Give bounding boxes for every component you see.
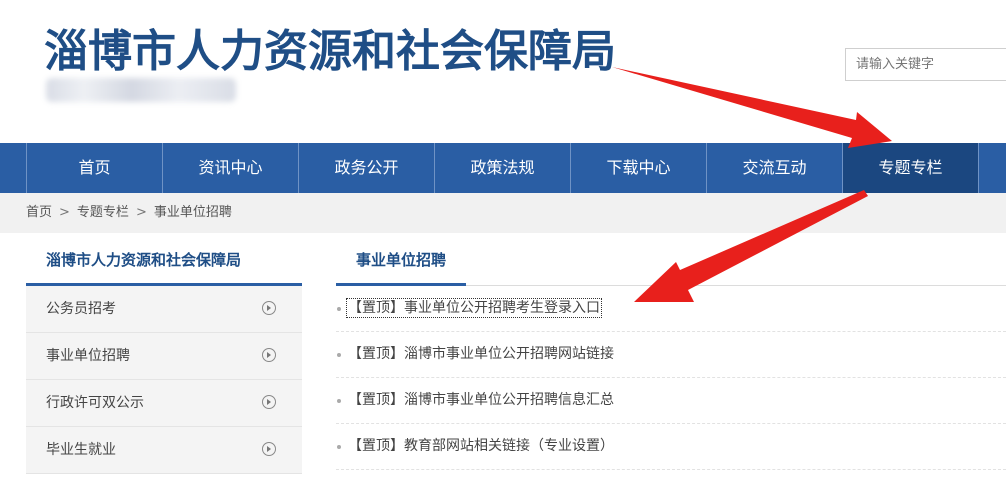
- bullet-icon: [337, 445, 341, 449]
- content-header: 事业单位招聘: [336, 245, 1006, 286]
- sidebar-item-label: 公务员招考: [46, 301, 116, 317]
- article-list: 【置顶】事业单位公开招聘考生登录入口 【置顶】淄博市事业单位公开招聘网站链接 【…: [336, 286, 1006, 470]
- sidebar-item-civil-service-exam[interactable]: 公务员招考: [26, 286, 302, 333]
- sidebar-item-label: 事业单位招聘: [46, 348, 130, 364]
- site-title: 淄博市人力资源和社会保障局: [44, 26, 616, 77]
- article-link[interactable]: 【置顶】教育部网站相关链接（专业设置）: [348, 438, 614, 454]
- content-title: 事业单位招聘: [336, 245, 467, 286]
- sidebar-item-graduate-employment[interactable]: 毕业生就业: [26, 427, 302, 474]
- breadcrumb-bar: 首页 > 专题专栏 > 事业单位招聘: [0, 193, 1006, 233]
- breadcrumb: 首页 > 专题专栏 > 事业单位招聘: [26, 193, 232, 233]
- nav-item-downloads[interactable]: 下载中心: [571, 143, 707, 193]
- nav-item-interaction[interactable]: 交流互动: [707, 143, 843, 193]
- nav-item-news[interactable]: 资讯中心: [163, 143, 299, 193]
- sidebar: 淄博市人力资源和社会保障局 公务员招考 事业单位招聘 行政许可双公示 毕业生就业: [26, 245, 302, 474]
- article-link[interactable]: 【置顶】淄博市事业单位公开招聘信息汇总: [348, 392, 614, 408]
- main-nav: 首页 资讯中心 政务公开 政策法规 下载中心 交流互动 专题专栏: [0, 143, 1006, 193]
- sidebar-item-institution-recruitment[interactable]: 事业单位招聘: [26, 333, 302, 380]
- breadcrumb-current: 事业单位招聘: [153, 205, 232, 220]
- sidebar-list: 公务员招考 事业单位招聘 行政许可双公示 毕业生就业: [26, 286, 302, 474]
- circle-arrow-icon: [262, 301, 276, 315]
- nav-item-home[interactable]: 首页: [27, 143, 163, 193]
- nav-item-government-affairs[interactable]: 政务公开: [299, 143, 435, 193]
- nav-item-special-topics[interactable]: 专题专栏: [843, 143, 979, 193]
- bullet-icon: [337, 307, 341, 311]
- sidebar-item-label: 行政许可双公示: [46, 395, 144, 411]
- list-item: 【置顶】事业单位公开招聘考生登录入口: [336, 286, 1006, 332]
- breadcrumb-special-topics[interactable]: 专题专栏: [77, 205, 129, 220]
- nav-item-policies[interactable]: 政策法规: [435, 143, 571, 193]
- breadcrumb-separator: >: [59, 205, 70, 220]
- sidebar-item-label: 毕业生就业: [46, 442, 116, 458]
- circle-arrow-icon: [262, 348, 276, 362]
- article-link[interactable]: 【置顶】淄博市事业单位公开招聘网站链接: [348, 346, 614, 362]
- list-item: 【置顶】教育部网站相关链接（专业设置）: [336, 424, 1006, 470]
- breadcrumb-home[interactable]: 首页: [26, 205, 52, 220]
- bullet-icon: [337, 353, 341, 357]
- bullet-icon: [337, 399, 341, 403]
- list-item: 【置顶】淄博市事业单位公开招聘网站链接: [336, 332, 1006, 378]
- article-link[interactable]: 【置顶】事业单位公开招聘考生登录入口: [346, 298, 602, 318]
- breadcrumb-separator: >: [135, 205, 147, 220]
- search-input[interactable]: [845, 48, 1006, 81]
- nav-spacer: [0, 143, 27, 193]
- sidebar-item-admin-license-disclosure[interactable]: 行政许可双公示: [26, 380, 302, 427]
- blurred-subtitle: [46, 78, 236, 102]
- circle-arrow-icon: [262, 442, 276, 456]
- list-item: 【置顶】淄博市事业单位公开招聘信息汇总: [336, 378, 1006, 424]
- circle-arrow-icon: [262, 395, 276, 409]
- sidebar-title: 淄博市人力资源和社会保障局: [26, 245, 302, 286]
